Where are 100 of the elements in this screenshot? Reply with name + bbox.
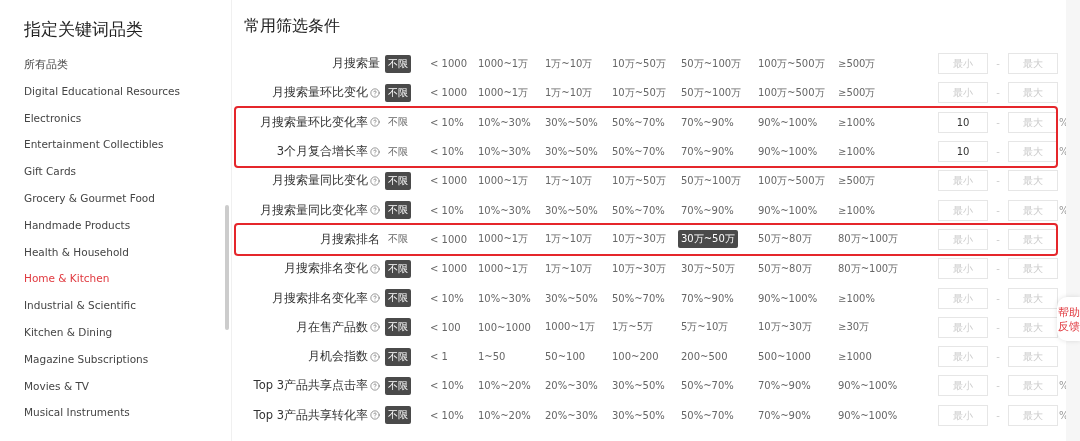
filter-option[interactable]: 50%~70%	[678, 407, 737, 423]
filter-option[interactable]: 10%~30%	[475, 290, 534, 306]
help-icon[interactable]	[370, 322, 380, 333]
filter-option[interactable]: 30%~50%	[542, 144, 601, 160]
filter-option[interactable]: 70%~90%	[678, 144, 737, 160]
filter-option[interactable]: 1000~1万	[475, 54, 532, 73]
filter-option[interactable]: 90%~100%	[835, 378, 901, 394]
filter-option[interactable]: ≥500万	[835, 83, 879, 102]
filter-option[interactable]: 90%~100%	[755, 202, 821, 218]
filter-option[interactable]: 10万~50万	[609, 83, 669, 102]
filter-option[interactable]: < 10%	[427, 290, 467, 306]
filter-option[interactable]: 30%~50%	[609, 407, 668, 423]
help-icon[interactable]	[370, 205, 380, 216]
filter-option[interactable]: 1~50	[475, 349, 509, 365]
help-icon[interactable]	[370, 146, 380, 157]
filter-option[interactable]: 90%~100%	[835, 407, 901, 423]
filter-option[interactable]: 不限	[385, 318, 411, 337]
filter-option[interactable]: 20%~30%	[542, 378, 601, 394]
filter-option[interactable]: 10%~30%	[475, 114, 534, 130]
filter-option[interactable]: 20%~30%	[542, 407, 601, 423]
filter-option[interactable]: 50%~70%	[678, 378, 737, 394]
filter-option[interactable]: 10万~50万	[609, 171, 669, 190]
filter-option[interactable]: ≥500万	[835, 54, 879, 73]
filter-option[interactable]: 不限	[385, 230, 411, 249]
help-icon[interactable]	[370, 117, 380, 128]
filter-option[interactable]: 50万~100万	[678, 171, 745, 190]
category-item[interactable]: Movies & TV	[24, 372, 231, 400]
category-item[interactable]: Home & Kitchen	[24, 265, 231, 293]
filter-option[interactable]: 1万~5万	[609, 318, 657, 337]
filter-option[interactable]: 10%~20%	[475, 407, 534, 423]
filter-option[interactable]: < 1	[427, 349, 451, 365]
filter-option[interactable]: ≥1000	[835, 349, 875, 365]
filter-option[interactable]: 1000~1万	[475, 259, 532, 278]
filter-option[interactable]: 90%~100%	[755, 144, 821, 160]
filter-option[interactable]: 200~500	[678, 349, 731, 365]
filter-option[interactable]: 30%~50%	[609, 378, 668, 394]
filter-option[interactable]: 100万~500万	[755, 83, 828, 102]
filter-option[interactable]: 100~200	[609, 349, 662, 365]
filter-option[interactable]: ≥30万	[835, 318, 873, 337]
filter-option[interactable]: 80万~100万	[835, 230, 902, 249]
category-item[interactable]: Entertainment Collectibles	[24, 131, 231, 159]
filter-option[interactable]: < 1000	[427, 85, 470, 101]
filter-option[interactable]: 不限	[385, 347, 411, 366]
filter-option[interactable]: 50万~100万	[678, 54, 745, 73]
filter-option[interactable]: 1万~10万	[542, 171, 596, 190]
filter-option[interactable]: 10万~30万	[609, 230, 669, 249]
filter-option[interactable]: 10万~30万	[609, 259, 669, 278]
filter-option[interactable]: 70%~90%	[755, 407, 814, 423]
filter-option[interactable]: 1万~10万	[542, 54, 596, 73]
help-icon[interactable]	[370, 293, 380, 303]
category-item[interactable]: Kitchen & Dining	[24, 318, 231, 346]
category-item[interactable]: Gift Cards	[24, 158, 231, 185]
filter-option[interactable]: 1万~10万	[542, 259, 596, 278]
filter-option[interactable]: 1万~10万	[542, 83, 596, 102]
scrollbar-thumb[interactable]	[225, 205, 229, 330]
filter-option[interactable]: 不限	[385, 201, 411, 220]
filter-option[interactable]: 30万~50万	[678, 259, 738, 278]
category-item[interactable]: Handmade Products	[24, 211, 231, 239]
filter-option[interactable]: 不限	[385, 171, 411, 190]
filter-option[interactable]: 1000~1万	[475, 83, 532, 102]
filter-option[interactable]: 90%~100%	[755, 290, 821, 306]
filter-option[interactable]: 不限	[385, 83, 411, 102]
category-item[interactable]: Musical Instruments	[24, 399, 231, 427]
filter-option[interactable]: 不限	[385, 406, 411, 425]
help-icon[interactable]	[370, 410, 380, 421]
filter-option[interactable]: < 1000	[427, 173, 470, 189]
filter-option[interactable]: 70%~90%	[755, 378, 814, 394]
filter-option[interactable]: 1000~1万	[542, 318, 599, 337]
filter-option[interactable]: ≥500万	[835, 171, 879, 190]
filter-option[interactable]: 不限	[385, 259, 411, 278]
category-item[interactable]: Electronics	[24, 104, 231, 132]
filter-option[interactable]: 100万~500万	[755, 171, 828, 190]
category-item[interactable]: 所有品类	[24, 51, 231, 78]
feedback-button[interactable]: 帮助反馈	[1057, 297, 1080, 341]
filter-option[interactable]: 50万~80万	[755, 230, 815, 249]
filter-option[interactable]: 100万~500万	[755, 54, 828, 73]
category-item[interactable]: Industrial & Scientific	[24, 292, 231, 319]
filter-option[interactable]: < 1000	[427, 56, 470, 72]
category-item[interactable]: Health & Household	[24, 238, 231, 266]
filter-option[interactable]: 30%~50%	[542, 114, 601, 130]
filter-option[interactable]: 不限	[385, 113, 411, 132]
filter-option[interactable]: 50%~70%	[609, 202, 668, 218]
filter-option[interactable]: < 10%	[427, 407, 467, 423]
filter-option[interactable]: 90%~100%	[755, 114, 821, 130]
filter-option[interactable]: 1万~10万	[542, 230, 596, 249]
filter-option[interactable]: 70%~90%	[678, 290, 737, 306]
filter-option[interactable]: 70%~90%	[678, 202, 737, 218]
filter-option[interactable]: 100~1000	[475, 319, 534, 335]
filter-option[interactable]: 50~100	[542, 349, 589, 365]
filter-option[interactable]: 30%~50%	[542, 202, 601, 218]
filter-option[interactable]: 80万~100万	[835, 259, 902, 278]
filter-option[interactable]: 不限	[385, 54, 411, 73]
filter-option[interactable]: < 10%	[427, 202, 467, 218]
filter-option[interactable]: 不限	[385, 142, 411, 161]
filter-option[interactable]: < 1000	[427, 261, 470, 277]
filter-option[interactable]: 50%~70%	[609, 144, 668, 160]
filter-option[interactable]: 50万~100万	[678, 83, 745, 102]
filter-option[interactable]: 1000~1万	[475, 230, 532, 249]
filter-option[interactable]: 50%~70%	[609, 290, 668, 306]
help-icon[interactable]	[370, 351, 380, 362]
